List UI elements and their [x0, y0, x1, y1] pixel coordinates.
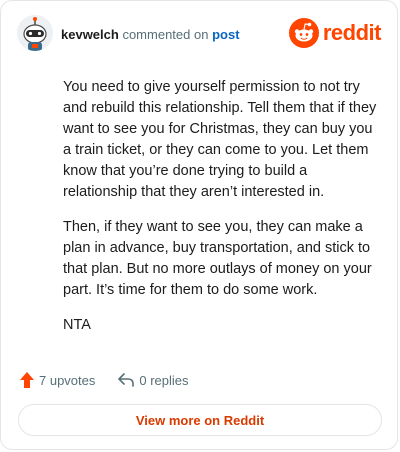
comment-paragraph: You need to give yourself permission to … [63, 79, 377, 200]
post-link[interactable]: post [212, 27, 239, 42]
comment-body: You need to give yourself permission to … [63, 77, 379, 350]
view-more-button[interactable]: View more on Reddit [18, 404, 382, 436]
comment-embed-card: kevwelch commented on post reddit You ne… [0, 0, 398, 450]
username[interactable]: kevwelch [61, 27, 119, 42]
reply-button[interactable]: 0 replies [117, 372, 189, 388]
action-text: commented on [122, 27, 209, 42]
upvote-button[interactable]: 7 upvotes [19, 371, 95, 389]
upvote-arrow-icon [20, 372, 34, 388]
upvote-count: 7 upvotes [39, 372, 96, 388]
user-avatar[interactable] [17, 15, 53, 51]
comment-actions: 7 upvotes 0 replies [19, 369, 211, 391]
reddit-snoo-icon [288, 18, 319, 48]
reddit-logo[interactable]: reddit [288, 17, 382, 49]
reddit-wordmark: reddit [322, 20, 382, 45]
reply-count: 0 replies [139, 372, 189, 388]
comment-paragraph: NTA [63, 317, 91, 333]
comment-paragraph: Then, if they want to see you, they can … [63, 219, 372, 298]
avatar-robot-icon [17, 15, 53, 51]
reply-arrow-icon [118, 373, 135, 387]
comment-header: kevwelch commented on post reddit [17, 15, 382, 55]
comment-meta: kevwelch commented on post [61, 27, 240, 42]
